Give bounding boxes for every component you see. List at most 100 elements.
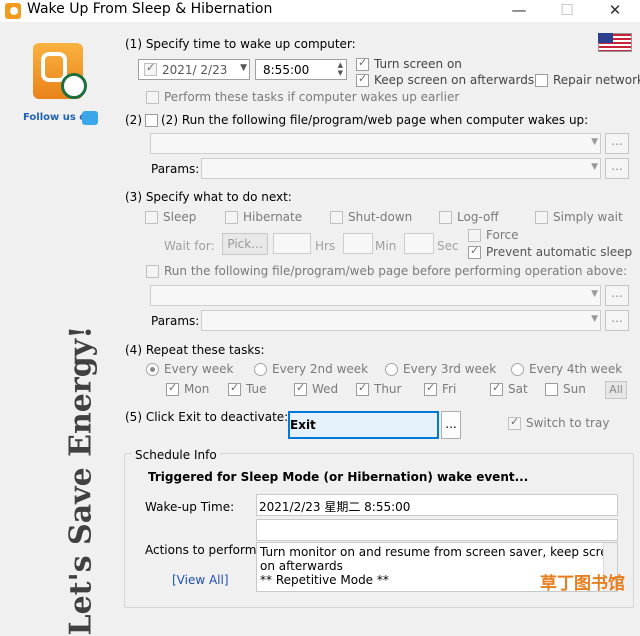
switch-to-tray-label: Switch to tray	[526, 416, 610, 430]
every-4th-week-option[interactable]: Every 4th week	[511, 362, 622, 376]
watermark-text: 草丁图书馆	[540, 574, 625, 594]
day-mon-label: Mon	[184, 382, 210, 396]
time-field[interactable]: 8:55:00 ▲ ▼	[255, 59, 347, 80]
wake-program-browse-button[interactable]: ...	[605, 133, 629, 154]
section2-checkbox[interactable]	[145, 113, 158, 127]
schedule-heading: Triggered for Sleep Mode (or Hibernation…	[148, 470, 529, 484]
chevron-down-icon[interactable]: ▼	[591, 289, 598, 299]
every-week-option[interactable]: Every week	[146, 362, 233, 376]
minutes-field[interactable]	[343, 233, 373, 254]
section3-label: (3) Specify what to do next:	[125, 190, 292, 204]
day-sat-checkbox[interactable]	[490, 381, 503, 396]
date-enable-checkbox[interactable]	[144, 61, 157, 76]
every-week-label: Every week	[164, 362, 234, 376]
day-tue-checkbox[interactable]	[228, 381, 241, 396]
force-option[interactable]: Force	[468, 228, 518, 242]
actions-label: Actions to perform:	[145, 543, 261, 557]
wake-params-browse-button[interactable]: ...	[605, 158, 629, 179]
section2-params-label: Params:	[151, 162, 200, 176]
exit-button[interactable]: Exit	[288, 411, 439, 439]
repair-network-option[interactable]: Repair network	[535, 73, 640, 87]
every-2nd-week-option[interactable]: Every 2nd week	[254, 362, 368, 376]
clock-icon	[61, 73, 87, 99]
chevron-down-icon[interactable]: ▼	[591, 162, 598, 172]
chevron-down-icon[interactable]: ▼	[591, 314, 598, 324]
prevent-sleep-checkbox[interactable]	[468, 244, 481, 259]
hours-field[interactable]	[273, 233, 311, 254]
simply-wait-checkbox[interactable]	[535, 210, 548, 224]
switch-to-tray-option[interactable]: Switch to tray	[508, 415, 610, 430]
select-all-days-button[interactable]: All	[605, 381, 627, 399]
chevron-down-icon[interactable]: ▼	[591, 137, 598, 147]
turn-screen-on-checkbox[interactable]	[356, 56, 369, 71]
day-fri-label: Fri	[442, 382, 457, 396]
turn-screen-on-option[interactable]: Turn screen on	[356, 56, 462, 71]
run-before-checkbox[interactable]	[146, 264, 159, 278]
sleep-checkbox[interactable]	[145, 210, 158, 224]
slogan-text: Let's Save Energy!	[63, 325, 99, 636]
day-thur-option[interactable]: Thur	[356, 381, 402, 396]
sleep-option[interactable]: Sleep	[145, 210, 196, 224]
perform-if-earlier-checkbox[interactable]	[146, 90, 159, 104]
sec-label: Sec	[437, 239, 459, 253]
logoff-checkbox[interactable]	[439, 210, 452, 224]
time-spinner[interactable]: ▲ ▼	[338, 61, 343, 77]
keep-screen-on-option[interactable]: Keep screen on afterwards	[356, 72, 534, 87]
hibernate-checkbox[interactable]	[225, 210, 238, 224]
chevron-down-icon[interactable]: ▼	[240, 63, 247, 73]
close-button[interactable]: ✕	[592, 0, 638, 22]
seconds-field[interactable]	[404, 233, 434, 254]
before-params-browse-button[interactable]: ...	[605, 310, 629, 331]
every-3rd-week-radio[interactable]	[385, 362, 398, 376]
every-2nd-week-label: Every 2nd week	[272, 362, 369, 376]
day-sun-checkbox[interactable]	[545, 382, 558, 396]
force-label: Force	[486, 228, 519, 242]
every-4th-week-radio[interactable]	[511, 362, 524, 376]
every-4th-week-label: Every 4th week	[529, 362, 623, 376]
app-icon	[5, 3, 21, 19]
view-all-link[interactable]: [View All]	[172, 573, 229, 587]
force-checkbox[interactable]	[468, 228, 481, 242]
day-wed-checkbox[interactable]	[294, 381, 307, 396]
wait-for-label: Wait for:	[164, 239, 215, 253]
pick-button[interactable]: Pick...	[222, 233, 268, 255]
wake-params-combo[interactable]: ▼	[201, 158, 601, 179]
day-sun-option[interactable]: Sun	[545, 382, 586, 396]
every-3rd-week-option[interactable]: Every 3rd week	[385, 362, 496, 376]
date-picker[interactable]: 2021/ 2/23 ▼	[138, 59, 250, 80]
day-fri-checkbox[interactable]	[424, 381, 437, 396]
simply-wait-option[interactable]: Simply wait	[535, 210, 623, 224]
prevent-sleep-option[interactable]: Prevent automatic sleep	[468, 244, 633, 259]
perform-if-earlier-option[interactable]: Perform these tasks if computer wakes up…	[146, 90, 459, 104]
day-mon-option[interactable]: Mon	[166, 381, 210, 396]
prevent-sleep-label: Prevent automatic sleep	[486, 245, 633, 259]
before-program-browse-button[interactable]: ...	[605, 285, 629, 306]
day-wed-option[interactable]: Wed	[294, 381, 339, 396]
maximize-button[interactable]: ☐	[544, 0, 590, 22]
day-thur-checkbox[interactable]	[356, 381, 369, 396]
day-mon-checkbox[interactable]	[166, 381, 179, 396]
shutdown-checkbox[interactable]	[330, 210, 343, 224]
section2-option[interactable]: (2) (2) Run the following file/program/w…	[125, 113, 588, 127]
keep-screen-on-checkbox[interactable]	[356, 72, 369, 87]
day-sat-option[interactable]: Sat	[490, 381, 528, 396]
day-thur-label: Thur	[374, 382, 402, 396]
logoff-option[interactable]: Log-off	[439, 210, 499, 224]
run-before-option[interactable]: Run the following file/program/web page …	[146, 264, 627, 278]
hibernate-option[interactable]: Hibernate	[225, 210, 302, 224]
before-program-combo[interactable]: ▼	[150, 285, 601, 306]
shutdown-option[interactable]: Shut-down	[330, 210, 412, 224]
minimize-button[interactable]: —	[496, 0, 542, 22]
every-2nd-week-radio[interactable]	[254, 362, 267, 376]
before-params-combo[interactable]: ▼	[201, 310, 601, 331]
twitter-icon[interactable]	[82, 111, 98, 125]
wake-program-combo[interactable]: ▼	[150, 133, 601, 154]
day-tue-option[interactable]: Tue	[228, 381, 267, 396]
day-wed-label: Wed	[312, 382, 339, 396]
repair-network-checkbox[interactable]	[535, 73, 548, 87]
min-label: Min	[375, 239, 397, 253]
day-fri-option[interactable]: Fri	[424, 381, 457, 396]
exit-options-button[interactable]: ...	[441, 411, 461, 439]
switch-to-tray-checkbox[interactable]	[508, 415, 521, 430]
every-week-radio[interactable]	[146, 362, 159, 376]
